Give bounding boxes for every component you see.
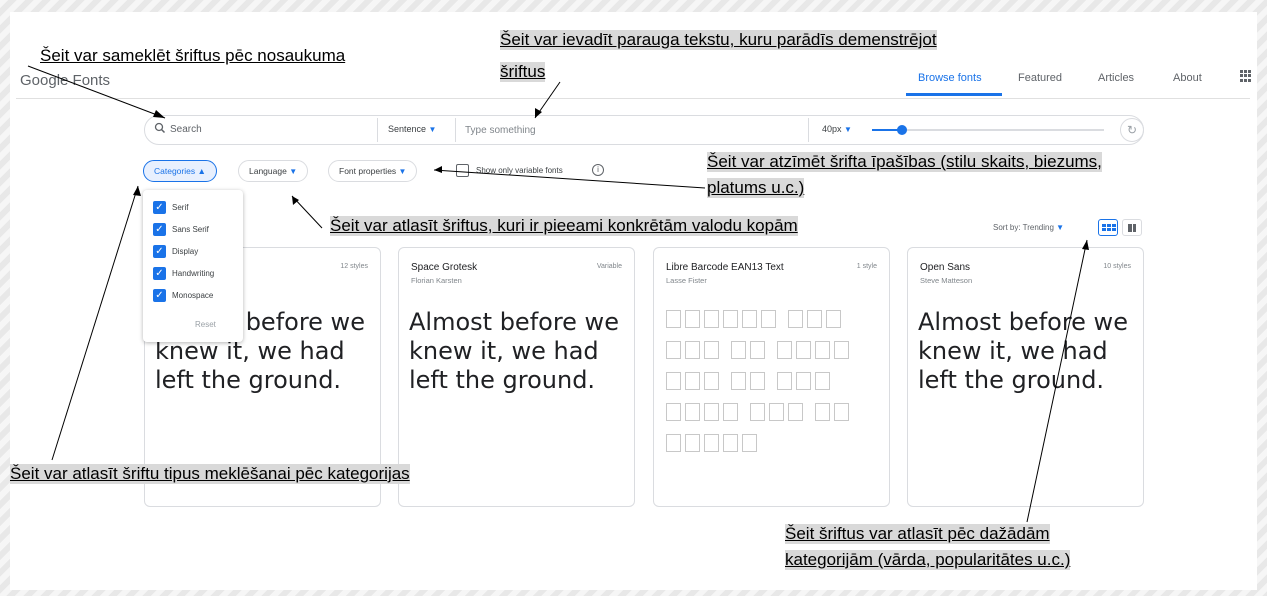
annotation-categories: Šeit var atlasīt šriftu tipus meklēšanai… — [10, 464, 410, 484]
font-size-select[interactable]: 40px ▼ — [822, 124, 852, 134]
nav-browse-fonts[interactable]: Browse fonts — [918, 72, 982, 84]
annotation-preview-line2: šriftus — [500, 62, 546, 82]
variable-fonts-checkbox[interactable] — [456, 164, 469, 177]
annotation-properties-line2: platums u.c.) — [707, 178, 805, 198]
font-card[interactable]: Libre Barcode EAN13 Text Lasse Fister 1 … — [653, 247, 890, 507]
category-label: Display — [172, 246, 199, 256]
card-font-name: Libre Barcode EAN13 Text — [666, 262, 784, 273]
font-properties-label: Font properties — [339, 166, 397, 176]
card-font-name: Space Grotesk — [411, 262, 478, 273]
checkbox-checked-icon[interactable]: ✓ — [153, 288, 166, 302]
annotation-preview-line1: Šeit var ievadīt parauga tekstu, kuru pa… — [500, 30, 937, 50]
card-font-author: Florian Karsten — [411, 276, 462, 285]
categories-filter-button[interactable]: Categories ▲ — [143, 160, 217, 182]
divider — [455, 118, 456, 142]
category-option-monospace[interactable]: ✓ Monospace — [153, 288, 213, 302]
categories-label: Categories — [154, 166, 196, 176]
category-label: Monospace — [172, 290, 214, 300]
search-input[interactable]: Search — [170, 124, 202, 135]
card-styles-count: 10 styles — [1103, 263, 1131, 270]
header-divider — [16, 98, 1250, 99]
preview-mode-select[interactable]: Sentence ▼ — [388, 124, 436, 134]
chevron-down-icon: ▼ — [428, 125, 437, 134]
card-sample-text: Almost before we knew it, we had left th… — [918, 308, 1128, 394]
preview-text-input[interactable]: Type something — [465, 125, 536, 136]
info-icon[interactable]: i — [592, 164, 604, 176]
annotation-properties-line1: Šeit var atzīmēt šrifta īpašības (stilu … — [707, 152, 1102, 172]
category-option-serif[interactable]: ✓ Serif — [153, 200, 188, 214]
category-label: Handwriting — [172, 268, 215, 278]
card-font-author: Lasse Fister — [666, 276, 707, 285]
font-properties-filter-button[interactable]: Font properties ▼ — [328, 160, 418, 182]
category-option-display[interactable]: ✓ Display — [153, 244, 198, 258]
font-size-label: 40px — [822, 124, 842, 134]
nav-featured[interactable]: Featured — [1018, 72, 1062, 84]
categories-dropdown: ✓ Serif ✓ Sans Serif ✓ Display ✓ Handwriting… — [143, 190, 243, 342]
divider — [808, 118, 809, 142]
category-option-handwriting[interactable]: ✓ Handwriting — [153, 266, 214, 280]
language-label: Language — [249, 166, 287, 176]
apps-grid-icon[interactable] — [1240, 70, 1252, 82]
checkbox-checked-icon[interactable]: ✓ — [153, 222, 166, 236]
list-view-icon[interactable] — [1122, 219, 1142, 236]
card-styles-count: 12 styles — [340, 263, 368, 270]
annotation-search: Šeit var sameklēt šriftus pēc nosaukuma — [40, 46, 346, 65]
card-styles-count: Variable — [596, 263, 622, 270]
language-filter-button[interactable]: Language ▼ — [238, 160, 309, 182]
annotation-language: Šeit var atlasīt šriftus, kuri ir pieeam… — [330, 216, 798, 236]
chevron-up-icon: ▲ — [197, 166, 206, 176]
nav-about[interactable]: About — [1173, 72, 1202, 84]
card-font-name: Open Sans — [920, 262, 971, 273]
checkbox-checked-icon[interactable]: ✓ — [153, 200, 166, 214]
preview-mode-label: Sentence — [388, 124, 427, 134]
divider — [377, 118, 378, 142]
reset-button[interactable]: Reset — [195, 320, 216, 329]
variable-fonts-label: Show only variable fonts — [476, 166, 563, 175]
chevron-down-icon: ▼ — [398, 167, 407, 176]
category-option-sans-serif[interactable]: ✓ Sans Serif — [153, 222, 209, 236]
annotation-sort-line1: Šeit šriftus var atlasīt pēc dažādām — [785, 524, 1050, 544]
font-card[interactable]: Open Sans Steve Matteson 10 styles Almos… — [907, 247, 1144, 507]
search-icon — [154, 122, 166, 134]
sort-select[interactable]: Sort by: Trending ▼ — [993, 223, 1064, 232]
checkbox-checked-icon[interactable]: ✓ — [153, 266, 166, 280]
chevron-down-icon: ▼ — [1056, 223, 1065, 232]
active-tab-indicator — [906, 93, 1002, 96]
font-size-slider-thumb[interactable] — [897, 125, 907, 135]
sort-label: Sort by: Trending — [993, 223, 1054, 232]
category-label: Serif — [172, 202, 189, 212]
grid-view-icon[interactable] — [1098, 219, 1118, 236]
checkbox-checked-icon[interactable]: ✓ — [153, 244, 166, 258]
google-fonts-logo[interactable]: Google Fonts — [20, 72, 110, 89]
nav-articles[interactable]: Articles — [1098, 72, 1134, 84]
barcode-font-glyph-boxes — [666, 310, 886, 465]
card-sample-text: Almost before we knew it, we had left th… — [409, 308, 619, 394]
card-styles-count: 1 style — [856, 263, 877, 270]
category-label: Sans Serif — [172, 224, 209, 234]
card-font-author: Steve Matteson — [920, 276, 973, 285]
annotation-sort-line2: kategorijām (vārda, popularitātes u.c.) — [785, 550, 1071, 570]
reset-icon[interactable]: ↻ — [1120, 118, 1144, 142]
chevron-down-icon: ▼ — [844, 125, 852, 134]
chevron-down-icon: ▼ — [289, 167, 298, 176]
font-card[interactable]: Space Grotesk Florian Karsten Variable A… — [398, 247, 635, 507]
